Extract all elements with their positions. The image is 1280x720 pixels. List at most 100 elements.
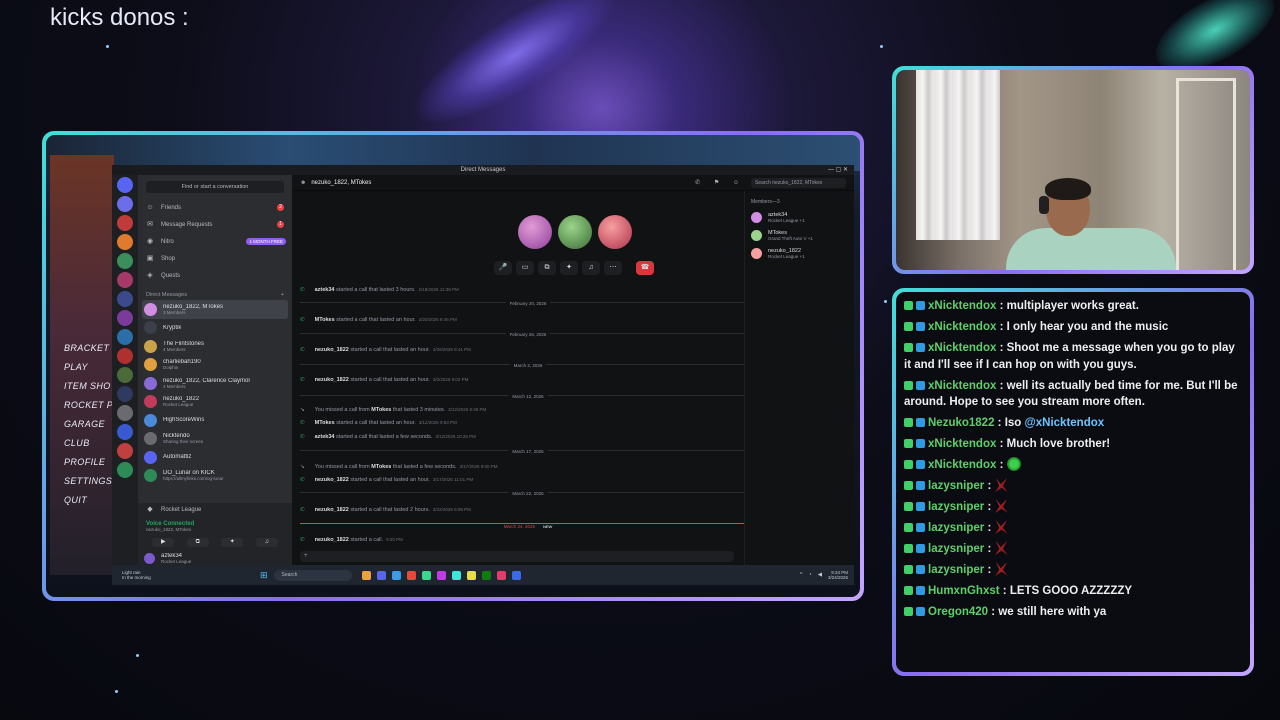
server-icon[interactable] <box>117 424 133 440</box>
chat-username[interactable]: xNicktendox <box>928 459 996 471</box>
dm-item[interactable]: nezuko_1822 Rocket League <box>138 393 292 412</box>
nav-shop[interactable]: ▣ Shop <box>138 250 292 267</box>
call-log-user[interactable]: MTokes <box>371 407 391 413</box>
server-icon[interactable] <box>117 348 133 364</box>
server-icon[interactable] <box>117 196 133 212</box>
server-icon[interactable] <box>117 462 133 478</box>
app-icon[interactable] <box>466 570 476 580</box>
soundboard-icon[interactable]: ♫ <box>582 261 600 275</box>
chat-username[interactable]: Oregon420 <box>928 606 988 618</box>
app-icon[interactable] <box>496 570 506 580</box>
call-log-entry: ✆ nezuko_1822 started a call. 9:20 PM <box>300 537 756 543</box>
window-controls[interactable]: — ▢ ✕ <box>828 165 848 175</box>
server-icon[interactable] <box>117 272 133 288</box>
member-item[interactable]: MTokes Grand Theft Auto V +1 <box>745 226 854 244</box>
call-log-user[interactable]: aztek34 <box>315 434 335 440</box>
find-conversation-input[interactable]: Find or start a conversation <box>146 181 284 193</box>
soundboard-icon[interactable]: ♫ <box>255 538 278 547</box>
more-icon[interactable]: ⋯ <box>604 261 622 275</box>
call-log-user[interactable]: aztek34 <box>315 287 335 293</box>
weather-widget[interactable]: Light rain In the morning <box>112 570 252 580</box>
chat-mention[interactable]: @xNicktendox <box>1025 417 1105 429</box>
chat-username[interactable]: xNicktendox <box>928 300 996 312</box>
chat-username[interactable]: xNicktendox <box>928 438 996 450</box>
chat-username[interactable]: lazysniper <box>928 480 984 492</box>
server-row[interactable]: ◆ Rocket League <box>138 503 292 517</box>
dm-item[interactable]: Nicktendo Sharing their screen <box>138 430 292 449</box>
file-explorer-icon[interactable] <box>361 570 371 580</box>
chat-username[interactable]: Nezuko1822 <box>928 417 994 429</box>
add-dm-icon[interactable]: + <box>281 292 284 298</box>
activity-icon[interactable]: ✦ <box>560 261 578 275</box>
server-icon[interactable] <box>117 310 133 326</box>
server-icon[interactable] <box>117 329 133 345</box>
avatar <box>144 413 157 427</box>
chat-username[interactable]: xNicktendox <box>928 380 996 392</box>
server-icon[interactable] <box>117 253 133 269</box>
avatar[interactable] <box>144 553 155 564</box>
chat-username[interactable]: lazysniper <box>928 501 984 513</box>
chat-username[interactable]: lazysniper <box>928 522 984 534</box>
server-icon[interactable] <box>117 386 133 402</box>
chat-username[interactable]: lazysniper <box>928 543 984 555</box>
member-item[interactable]: aztek34 Rocket League +1 <box>745 208 854 226</box>
camera-icon[interactable]: ▶ <box>152 538 175 547</box>
server-icon[interactable] <box>117 405 133 421</box>
end-call-button[interactable]: ☎ <box>636 261 654 275</box>
nav-message-requests[interactable]: ✉ Message Requests 1 <box>138 216 292 233</box>
xbox-icon[interactable] <box>481 570 491 580</box>
chat-username[interactable]: xNicktendox <box>928 342 996 354</box>
tray-chevron-icon[interactable]: ^ <box>800 572 803 578</box>
call-log-user[interactable]: nezuko_1822 <box>315 347 349 353</box>
call-log-user[interactable]: MTokes <box>315 317 335 323</box>
steam-icon[interactable] <box>451 570 461 580</box>
chat-username[interactable]: lazysniper <box>928 564 984 576</box>
nav-nitro[interactable]: ◉ Nitro 1 MONTH FREE <box>138 233 292 250</box>
app-icon[interactable] <box>406 570 416 580</box>
camera-icon[interactable]: ▭ <box>516 261 534 275</box>
dm-item[interactable]: Automattiz <box>138 448 292 467</box>
server-icon[interactable] <box>117 367 133 383</box>
discord-home-icon[interactable] <box>117 177 133 193</box>
nav-friends[interactable]: ☺ Friends 2 <box>138 199 292 216</box>
call-log-user[interactable]: MTokes <box>315 420 335 426</box>
wifi-icon[interactable]: ◔ <box>808 572 811 578</box>
call-log-user[interactable]: nezuko_1822 <box>315 507 349 513</box>
dm-item[interactable]: charliebah190 Dolphin <box>138 356 292 375</box>
server-icon[interactable] <box>117 234 133 250</box>
edge-icon[interactable] <box>391 570 401 580</box>
dm-item[interactable]: Kryptik <box>138 319 292 338</box>
app-icon[interactable] <box>511 570 521 580</box>
server-icon[interactable] <box>117 443 133 459</box>
header-actions[interactable]: ✆ ⚑ ☺ <box>695 179 745 186</box>
taskbar-search[interactable]: Search <box>273 569 352 581</box>
dm-item[interactable]: nezuko_1822, Clarence Claymor 4 Members <box>138 374 292 393</box>
call-log-timestamp: 2/19/2026 11:38 PM <box>418 287 459 292</box>
call-log-user[interactable]: nezuko_1822 <box>315 537 349 543</box>
member-item[interactable]: nezuko_1822 Rocket League +1 <box>745 244 854 262</box>
server-icon[interactable] <box>117 215 133 231</box>
screenshare-icon[interactable]: ⧉ <box>538 261 556 275</box>
message-input[interactable]: + <box>300 551 734 562</box>
discord-icon[interactable] <box>376 570 386 580</box>
call-log-user[interactable]: nezuko_1822 <box>315 477 349 483</box>
volume-icon[interactable]: ◀ <box>818 572 822 578</box>
windows-start-icon[interactable]: ⊞ <box>260 570 268 581</box>
activity-icon[interactable]: ✦ <box>221 538 244 547</box>
app-icon[interactable] <box>421 570 431 580</box>
dm-item[interactable]: DO_Lunar on KICK https://allmylinks.com/o… <box>138 467 292 486</box>
chat-username[interactable]: xNicktendox <box>928 321 996 333</box>
nav-quests[interactable]: ◈ Quests <box>138 267 292 284</box>
taskbar-clock[interactable]: 9:34 PM 3/24/2026 <box>828 570 848 580</box>
app-icon[interactable] <box>436 570 446 580</box>
call-log-user[interactable]: MTokes <box>371 464 391 470</box>
microphone-icon[interactable]: 🎤 <box>494 261 512 275</box>
dm-item[interactable]: The Flintstones 4 Members <box>138 337 292 356</box>
dm-item[interactable]: HighScoreWins <box>138 411 292 430</box>
header-search-input[interactable]: Search nezuko_1822, MTokes <box>751 177 846 188</box>
screenshare-icon[interactable]: ⧉ <box>186 538 209 547</box>
dm-item[interactable]: nezuko_1822, MTokes 3 Members <box>142 300 288 319</box>
call-log-user[interactable]: nezuko_1822 <box>315 377 349 383</box>
server-icon[interactable] <box>117 291 133 307</box>
chat-username[interactable]: HumxnGhxst <box>928 585 1000 597</box>
